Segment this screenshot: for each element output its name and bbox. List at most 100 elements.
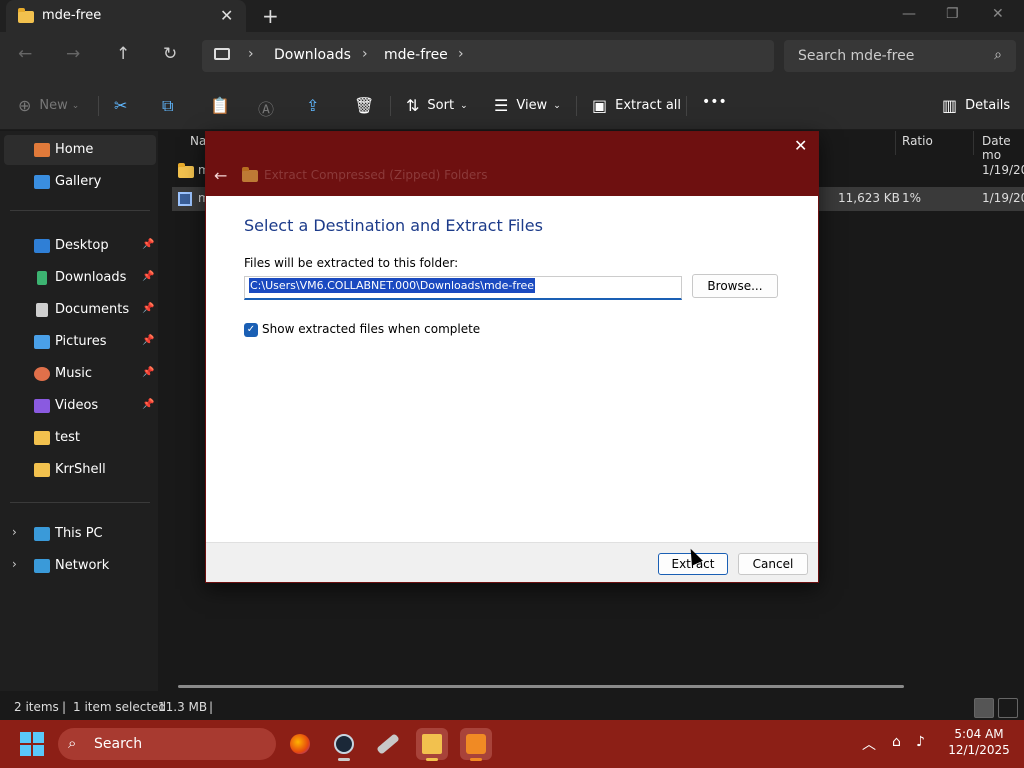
destination-path-input[interactable]: C:\Users\VM6.COLLABNET.000\Downloads\mde…	[244, 276, 682, 300]
back-button[interactable]: ←	[18, 44, 32, 64]
column-header-name[interactable]: Na	[190, 134, 206, 148]
scissors-icon: ✂	[114, 96, 128, 115]
item-count: 2 items	[14, 700, 59, 714]
up-button[interactable]: ↑	[116, 44, 130, 64]
dialog-close-button[interactable]: ✕	[794, 136, 807, 155]
sidebar-item-test[interactable]: test	[4, 423, 156, 453]
pen-tool-icon	[376, 733, 400, 755]
breadcrumb-downloads[interactable]: Downloads	[274, 47, 351, 63]
firefox-taskbar-button[interactable]	[284, 728, 316, 760]
view-button[interactable]: ☰ View ⌄	[494, 96, 561, 115]
tab-close-icon[interactable]: ✕	[220, 6, 233, 25]
trash-icon: 🗑	[354, 96, 375, 115]
refresh-button[interactable]: ↻	[163, 44, 177, 64]
dialog-title-bar: ← Extract Compressed (Zipped) Folders ✕	[206, 132, 818, 196]
sidebar-item-music[interactable]: Music 📌	[4, 359, 156, 389]
rename-button[interactable]: Ⓐ	[258, 96, 282, 120]
new-button[interactable]: ⊕ New ⌄	[18, 96, 79, 115]
chevron-down-icon: ⌄	[460, 100, 468, 111]
back-arrow-icon[interactable]: ←	[214, 166, 227, 185]
navigation-bar: ← → ↑ ↻ › Downloads › mde-free › Search …	[0, 32, 1024, 80]
tab-mde-free[interactable]: mde-free ✕	[6, 0, 246, 32]
volume-icon[interactable]: ♪	[916, 734, 925, 750]
show-files-label[interactable]: Show extracted files when complete	[262, 322, 480, 336]
windows-logo-icon	[33, 745, 44, 756]
new-label: New	[39, 98, 68, 113]
browse-button[interactable]: Browse...	[692, 274, 778, 298]
sort-icon: ⇅	[406, 96, 420, 115]
sidebar-item-network[interactable]: › Network	[4, 551, 156, 581]
sidebar-item-documents[interactable]: Documents 📌	[4, 295, 156, 325]
sidebar-item-gallery[interactable]: Gallery	[4, 167, 156, 197]
steam-taskbar-button[interactable]	[328, 728, 360, 761]
file-date: 1/19/202	[982, 163, 1024, 177]
clock-time: 5:04 AM	[954, 727, 1004, 741]
clock-date: 12/1/2025	[948, 743, 1010, 757]
tiles-view-button[interactable]	[998, 698, 1018, 718]
restore-button[interactable]: ❐	[946, 6, 959, 22]
file-explorer-icon	[422, 734, 442, 754]
extract-all-button[interactable]: ▣ Extract all	[592, 96, 681, 115]
sidebar-item-downloads[interactable]: Downloads 📌	[4, 263, 156, 293]
sidebar-item-label: Pictures	[55, 334, 107, 349]
selection-count: 1 item selected	[73, 700, 167, 714]
sidebar-item-pictures[interactable]: Pictures 📌	[4, 327, 156, 357]
destination-path-text: C:\Users\VM6.COLLABNET.000\Downloads\mde…	[249, 278, 536, 293]
sort-button[interactable]: ⇅ Sort ⌄	[406, 96, 468, 115]
sidebar-item-label: Videos	[55, 398, 99, 413]
column-header-ratio[interactable]: Ratio	[902, 134, 933, 148]
taskbar-search[interactable]: ⌕ Search	[58, 728, 276, 760]
start-button[interactable]	[20, 732, 44, 756]
address-bar[interactable]: › Downloads › mde-free ›	[202, 40, 774, 72]
file-explorer-taskbar-button[interactable]	[416, 728, 448, 761]
sidebar-item-videos[interactable]: Videos 📌	[4, 391, 156, 421]
running-indicator	[426, 758, 438, 761]
navigation-pane: Home Gallery Desktop 📌 Downloads 📌 Docum…	[0, 131, 158, 691]
sidebar-item-this-pc[interactable]: › This PC	[4, 519, 156, 549]
paste-button[interactable]: 📋	[210, 96, 238, 115]
zip-folder-icon	[242, 167, 258, 182]
details-button[interactable]: ▥ Details	[942, 96, 1010, 115]
network-status-icon[interactable]: ⌂	[892, 734, 901, 750]
file-ratio: 1%	[902, 191, 922, 205]
more-options-button[interactable]: •••	[702, 94, 727, 110]
view-label: View	[516, 98, 548, 113]
sort-label: Sort	[427, 98, 455, 113]
sidebar-item-krrshell[interactable]: KrrShell	[4, 455, 156, 485]
share-button[interactable]: ⇪	[306, 96, 327, 115]
horizontal-scrollbar[interactable]	[178, 685, 904, 688]
sidebar-item-label: Music	[55, 366, 92, 381]
column-header-date[interactable]: Date mo	[982, 134, 1024, 162]
app-taskbar-button[interactable]	[460, 728, 492, 761]
windows-logo-icon	[33, 732, 44, 743]
cancel-button[interactable]: Cancel	[738, 553, 808, 575]
close-window-button[interactable]: ✕	[992, 6, 1004, 22]
new-tab-button[interactable]: +	[262, 4, 279, 28]
minimize-button[interactable]: —	[902, 6, 916, 22]
sidebar-item-home[interactable]: Home	[4, 135, 156, 165]
cut-button[interactable]: ✂	[114, 96, 135, 115]
firefox-icon	[290, 734, 310, 754]
chevron-right-icon[interactable]: ›	[12, 525, 17, 539]
forward-button[interactable]: →	[66, 44, 80, 64]
search-icon: ⌕	[994, 47, 1002, 63]
file-size: 11,623 KB	[838, 191, 900, 205]
folder-icon	[18, 8, 34, 23]
column-divider[interactable]	[895, 131, 896, 155]
column-divider[interactable]	[973, 131, 974, 155]
tool-taskbar-button[interactable]	[372, 728, 404, 760]
sidebar-item-label: This PC	[55, 526, 103, 541]
breadcrumb-mde-free[interactable]: mde-free	[384, 47, 448, 63]
show-files-checkbox[interactable]: ✓	[244, 323, 258, 337]
details-view-button[interactable]	[974, 698, 994, 718]
divider: |	[62, 700, 67, 714]
delete-button[interactable]: 🗑	[354, 96, 382, 115]
search-box[interactable]: Search mde-free ⌕	[784, 40, 1016, 72]
chevron-right-icon[interactable]: ›	[12, 557, 17, 571]
copy-button[interactable]: ⧉	[162, 96, 181, 116]
chevron-right-icon[interactable]: ›	[458, 46, 464, 62]
chevron-down-icon: ⌄	[71, 100, 80, 111]
show-hidden-icons-chevron[interactable]: ︿	[862, 734, 876, 754]
clock[interactable]: 5:04 AM 12/1/2025	[944, 726, 1014, 758]
sidebar-item-desktop[interactable]: Desktop 📌	[4, 231, 156, 261]
